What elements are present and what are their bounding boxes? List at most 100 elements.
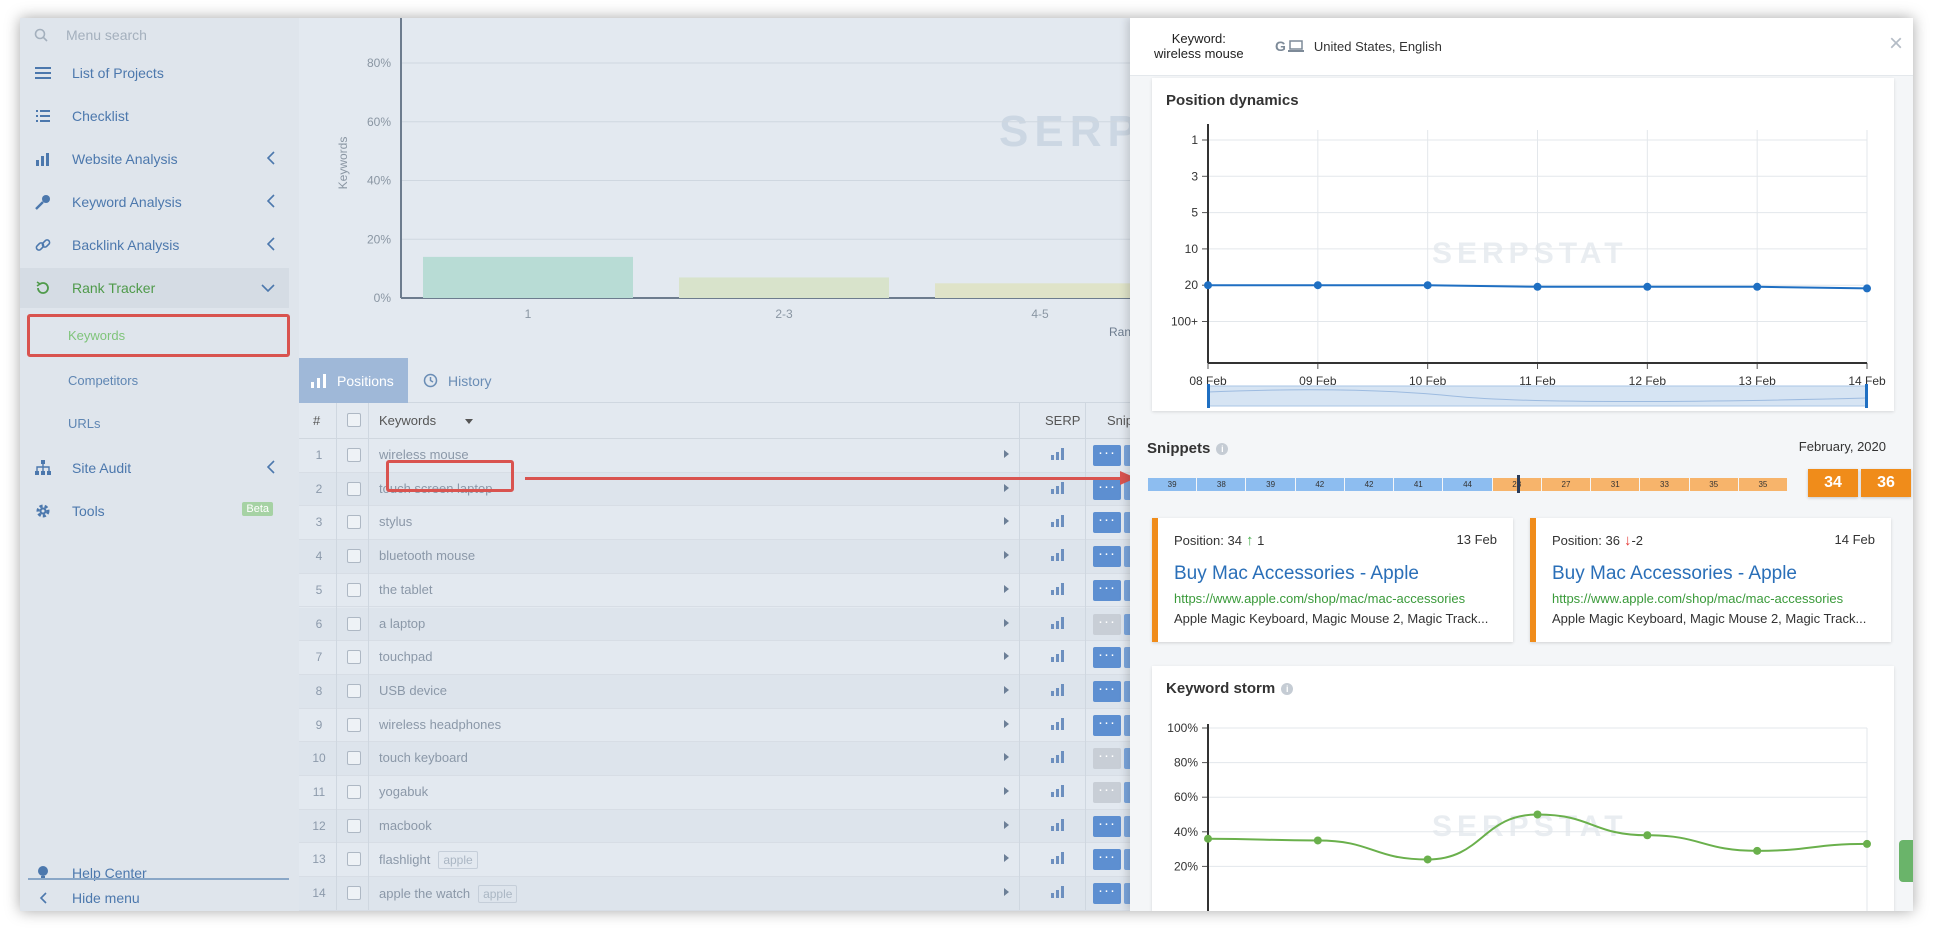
sort-down-icon[interactable] — [465, 419, 473, 424]
snippet-more-button[interactable]: ··· — [1093, 883, 1121, 905]
row-checkbox[interactable] — [347, 818, 361, 833]
keyword-cell[interactable]: stylus — [379, 514, 412, 529]
sidebar-subitem-urls[interactable]: URLs — [68, 411, 101, 435]
data-point[interactable] — [1204, 281, 1212, 290]
data-point[interactable] — [1423, 855, 1432, 864]
table-row[interactable]: 12 macbook ··· — [299, 809, 1150, 844]
snippet-day-cell[interactable]: 44 — [1443, 478, 1492, 491]
serp-bars-icon[interactable] — [1051, 886, 1065, 899]
expand-arrow-icon[interactable] — [1004, 685, 1009, 694]
sidebar-item-tools[interactable]: Tools Beta — [20, 491, 289, 531]
expand-arrow-icon[interactable] — [1004, 618, 1009, 627]
snippet-day-cell[interactable]: 42 — [1344, 478, 1394, 491]
sidebar-item-keyword-analysis[interactable]: Keyword Analysis — [20, 182, 289, 222]
expand-arrow-icon[interactable] — [1004, 888, 1009, 897]
expand-arrow-icon[interactable] — [1004, 551, 1009, 560]
snippet-position-highlight[interactable]: 34 — [1808, 469, 1858, 497]
snippet-more-button[interactable]: ··· — [1093, 546, 1121, 568]
sidebar-item-rank-tracker[interactable]: Rank Tracker — [20, 268, 289, 308]
serp-bars-icon[interactable] — [1051, 751, 1065, 764]
table-row[interactable]: 11 yogabuk ··· — [299, 776, 1150, 810]
data-point[interactable] — [1533, 282, 1542, 291]
keyword-cell[interactable]: apple the watch apple — [379, 885, 518, 904]
snippet-title-link[interactable]: Buy Mac Accessories - Apple — [1552, 563, 1797, 585]
snippet-more-button[interactable]: ··· — [1093, 714, 1121, 736]
keyword-cell[interactable]: the tablet — [379, 582, 433, 597]
row-checkbox[interactable] — [347, 886, 361, 901]
data-point[interactable] — [1313, 836, 1322, 845]
expand-arrow-icon[interactable] — [1004, 584, 1009, 593]
row-checkbox[interactable] — [347, 650, 361, 665]
bar[interactable] — [935, 283, 1145, 298]
snippet-day-cell[interactable]: 35 — [1689, 478, 1738, 491]
serp-bars-icon[interactable] — [1051, 818, 1065, 831]
snippet-more-button[interactable]: ··· — [1093, 680, 1121, 702]
keyword-cell[interactable]: touch keyboard — [379, 750, 468, 765]
snippet-more-button[interactable]: ··· — [1093, 748, 1121, 770]
data-point[interactable] — [1863, 284, 1871, 293]
snippet-day-cell[interactable]: 41 — [1394, 478, 1443, 491]
row-checkbox[interactable] — [347, 751, 361, 766]
table-row[interactable]: 7 touchpad ··· — [299, 641, 1150, 675]
snippet-url[interactable]: https://www.apple.com/shop/mac/mac-acces… — [1552, 591, 1843, 606]
keyword-cell[interactable]: macbook — [379, 818, 432, 833]
bar[interactable] — [679, 277, 889, 298]
info-icon[interactable]: i — [1216, 443, 1229, 455]
snippet-more-button[interactable]: ··· — [1093, 849, 1121, 871]
serp-bars-icon[interactable] — [1051, 549, 1065, 562]
snippet-day-cell[interactable]: 39 — [1246, 478, 1295, 491]
navigator-handle-right[interactable] — [1865, 384, 1868, 408]
serp-bars-icon[interactable] — [1051, 448, 1065, 460]
expand-arrow-icon[interactable] — [1004, 483, 1009, 492]
row-checkbox[interactable] — [347, 549, 361, 564]
row-checkbox[interactable] — [347, 683, 361, 698]
snippet-more-button[interactable]: ··· — [1093, 579, 1121, 601]
row-checkbox[interactable] — [347, 481, 361, 496]
table-row[interactable]: 10 touch keyboard ··· — [299, 742, 1150, 776]
expand-arrow-icon[interactable] — [1004, 450, 1009, 458]
serp-bars-icon[interactable] — [1051, 717, 1065, 730]
serp-bars-icon[interactable] — [1051, 852, 1065, 865]
data-point[interactable] — [1643, 831, 1652, 840]
snippet-day-cell[interactable]: 35 — [1738, 478, 1788, 491]
serp-bars-icon[interactable] — [1051, 785, 1065, 797]
serp-bars-icon[interactable] — [1051, 616, 1065, 629]
keyword-cell[interactable]: bluetooth mouse — [379, 548, 475, 563]
serp-bars-icon[interactable] — [1051, 582, 1065, 595]
row-checkbox[interactable] — [347, 852, 361, 867]
serp-bars-icon[interactable] — [1051, 481, 1065, 494]
table-row[interactable]: 3 stylus ··· — [299, 506, 1150, 541]
serp-bars-icon[interactable] — [1051, 515, 1065, 528]
feedback-tab[interactable] — [1899, 840, 1913, 882]
data-point[interactable] — [1643, 282, 1652, 291]
keyword-cell[interactable]: wireless headphones — [379, 717, 501, 732]
snippet-day-cell[interactable]: 33 — [1640, 478, 1689, 491]
data-point[interactable] — [1753, 846, 1762, 855]
data-point[interactable] — [1313, 281, 1322, 290]
close-button[interactable]: × — [1889, 32, 1903, 56]
snippet-more-button[interactable]: ··· — [1093, 782, 1121, 803]
snippet-day-cell[interactable]: 31 — [1591, 478, 1640, 491]
sidebar-item-backlink-analysis[interactable]: Backlink Analysis — [20, 225, 289, 265]
table-row[interactable]: 14 apple the watch apple ··· — [299, 877, 1150, 911]
snippet-more-button[interactable]: ··· — [1093, 613, 1121, 635]
snippet-more-button[interactable]: ··· — [1093, 512, 1121, 534]
data-point[interactable] — [1204, 834, 1212, 843]
table-row[interactable]: 9 wireless headphones ··· — [299, 709, 1150, 743]
sidebar-item-website-analysis[interactable]: Website Analysis — [20, 139, 289, 179]
tab-positions[interactable]: Positions — [299, 358, 408, 403]
keyword-cell[interactable]: yogabuk — [379, 784, 428, 799]
row-checkbox[interactable] — [347, 785, 361, 799]
snippet-day-cell[interactable]: 38 — [1197, 478, 1246, 491]
expand-arrow-icon[interactable] — [1004, 854, 1009, 863]
tab-history[interactable]: History — [411, 358, 504, 403]
data-point[interactable] — [1423, 281, 1432, 290]
menu-search[interactable]: Menu search — [34, 23, 147, 47]
sidebar-item-site-audit[interactable]: Site Audit — [20, 448, 289, 488]
table-row[interactable]: 4 bluetooth mouse ··· — [299, 540, 1150, 574]
snippet-day-cell[interactable]: 39 — [1148, 478, 1197, 491]
snippet-more-button[interactable]: ··· — [1093, 478, 1121, 500]
bar[interactable] — [423, 256, 633, 298]
table-row[interactable]: 13 flashlight apple ··· — [299, 843, 1150, 878]
snippet-more-button[interactable]: ··· — [1093, 647, 1121, 669]
